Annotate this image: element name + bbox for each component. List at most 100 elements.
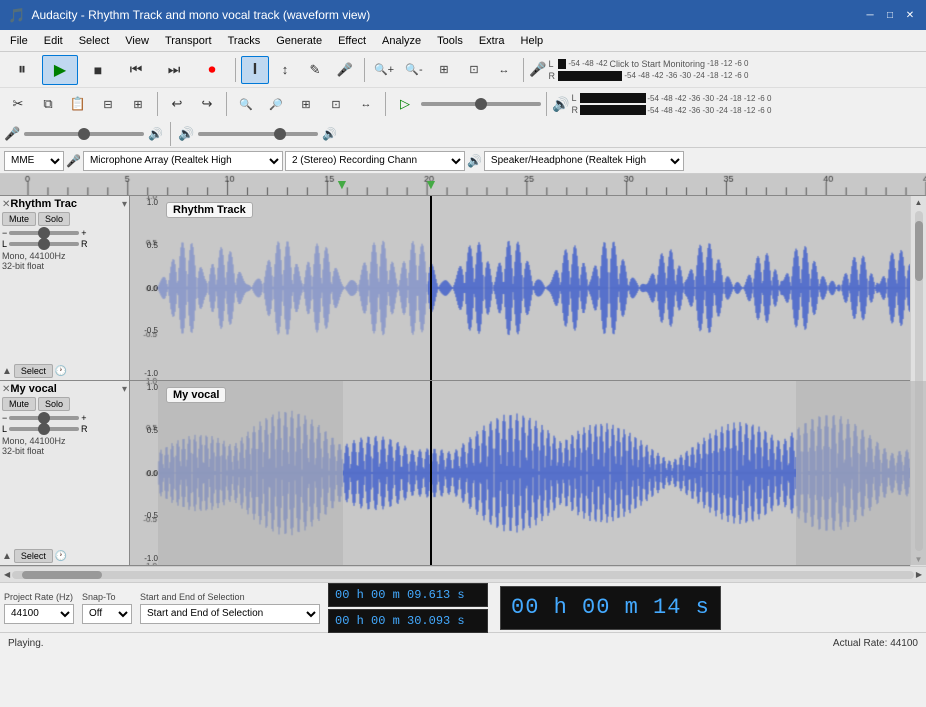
menu-effect[interactable]: Effect — [330, 30, 374, 51]
scroll-left[interactable]: ◀ — [2, 570, 12, 579]
speaker-device-icon: 🔊 — [467, 154, 482, 168]
gain-slider-rhythm[interactable] — [9, 231, 79, 235]
input-level-slider[interactable] — [24, 132, 144, 136]
playback-speed-slider[interactable] — [421, 102, 541, 106]
menu-view[interactable]: View — [117, 30, 157, 51]
clock-vocal[interactable]: 🕐 — [55, 551, 67, 562]
pause-button[interactable]: ⏸ — [4, 55, 40, 85]
controls-row: 🎤 🔊 🔊 🔊 — [0, 120, 926, 148]
pan-slider-rhythm[interactable] — [9, 242, 79, 246]
mute-vocal[interactable]: Mute — [2, 397, 36, 411]
output-level-label: 🔊 — [322, 127, 337, 141]
selection-tool-button[interactable]: I — [241, 56, 269, 84]
mic-device-icon: 🎤 — [66, 154, 81, 168]
actual-rate: Actual Rate: 44100 — [833, 638, 918, 649]
select-btn-rhythm[interactable]: Select — [14, 364, 53, 378]
close-button[interactable]: ✕ — [902, 7, 918, 23]
out-scale: -54 -48 -42 -36 -30 -24 -18 -12 -6 0 — [647, 94, 771, 103]
menu-edit[interactable]: Edit — [36, 30, 71, 51]
menu-transport[interactable]: Transport — [157, 30, 220, 51]
menu-select[interactable]: Select — [71, 30, 118, 51]
h-scrollbar-track[interactable] — [12, 571, 914, 579]
selection-type-select[interactable]: Start and End of Selection — [140, 604, 320, 624]
selection-start-display[interactable]: 00 h 00 m 09.613 s — [328, 583, 488, 607]
zoom-sel-button[interactable]: ⊡ — [460, 56, 488, 84]
track-close-rhythm[interactable]: ✕ — [2, 199, 10, 210]
zoom-in2-button[interactable]: 🔍 — [232, 90, 260, 118]
snap-to-select[interactable]: Off — [82, 604, 132, 624]
expand-vocal[interactable]: ▲ — [2, 551, 12, 562]
draw-tool-button[interactable]: ✎ — [301, 56, 329, 84]
zoom-toggle-button[interactable]: ↔ — [490, 56, 518, 84]
envelope-tool-button[interactable]: ↕ — [271, 56, 299, 84]
solo-vocal[interactable]: Solo — [38, 397, 70, 411]
waveform-rhythm[interactable]: Rhythm Track 1.0 0.5 0.0 -0.5 -1.0 — [130, 196, 926, 380]
playhead-vocal — [430, 381, 432, 565]
v-scroll-up[interactable]: ▲ — [915, 196, 923, 209]
output-level-slider[interactable] — [198, 132, 318, 136]
minimize-button[interactable]: ─ — [862, 7, 878, 23]
expand-rhythm[interactable]: ▲ — [2, 366, 12, 377]
menu-analyze[interactable]: Analyze — [374, 30, 429, 51]
play-at-speed-button[interactable]: ▷ — [391, 90, 419, 118]
toolbar-sep-4 — [157, 92, 158, 116]
host-select[interactable]: MME — [4, 151, 64, 171]
trim-button[interactable]: ⊟ — [94, 90, 122, 118]
fit-sel2-button[interactable]: ⊡ — [322, 90, 350, 118]
pan-slider-vocal[interactable] — [9, 427, 79, 431]
undo-button[interactable]: ↩ — [163, 90, 191, 118]
h-scrollbar-thumb[interactable] — [22, 571, 102, 579]
waveform-vocal[interactable]: My vocal 1.0 0.5 0.0 -0.5 -1.0 — [130, 381, 926, 565]
play-button[interactable]: ▶ — [42, 55, 78, 85]
pan-R-rhythm: R — [81, 239, 88, 249]
rewind-button[interactable]: ⏮ — [118, 55, 154, 85]
output-device-select[interactable]: Speaker/Headphone (Realtek High — [484, 151, 684, 171]
solo-rhythm[interactable]: Solo — [38, 212, 70, 226]
project-rate-select[interactable]: 44100 — [4, 604, 74, 624]
stop-button[interactable]: ■ — [80, 55, 116, 85]
input-device-select[interactable]: Microphone Array (Realtek High — [83, 151, 283, 171]
clock-rhythm[interactable]: 🕐 — [55, 366, 67, 377]
toolbar-row1: ⏸ ▶ ■ ⏮ ⏭ ⏺ I ↕ ✎ 🎤 🔍+ 🔍- ⊞ ⊡ ↔ 🎤 L -54 … — [0, 52, 926, 88]
track-arrow-rhythm[interactable]: ▾ — [122, 199, 127, 210]
copy-button[interactable]: ⧉ — [34, 90, 62, 118]
record-tool-button[interactable]: 🎤 — [331, 56, 359, 84]
menu-tracks[interactable]: Tracks — [220, 30, 269, 51]
track-close-vocal[interactable]: ✕ — [2, 384, 10, 395]
paste-button[interactable]: 📋 — [64, 90, 92, 118]
menu-extra[interactable]: Extra — [471, 30, 513, 51]
out-scale-r: -54 -48 -42 -36 -30 -24 -18 -12 -6 0 — [647, 106, 771, 115]
cut-button[interactable]: ✂ — [4, 90, 32, 118]
menu-file[interactable]: File — [2, 30, 36, 51]
zoom-tog2-button[interactable]: ↔ — [352, 90, 380, 118]
fit-zoom-button[interactable]: ⊞ — [430, 56, 458, 84]
zoom-out-button[interactable]: 🔍- — [400, 56, 428, 84]
click-monitor[interactable]: Click to Start Monitoring — [610, 59, 706, 69]
output-L: L — [571, 93, 579, 103]
track-vocal: ✕ My vocal ▾ Mute Solo − + L R Mono, 441… — [0, 381, 926, 566]
zoom-out2-button[interactable]: 🔎 — [262, 90, 290, 118]
playing-status: Playing. — [8, 638, 44, 649]
channels-select[interactable]: 2 (Stereo) Recording Chann — [285, 151, 465, 171]
forward-button[interactable]: ⏭ — [156, 55, 192, 85]
redo-button[interactable]: ↪ — [193, 90, 221, 118]
record-button[interactable]: ⏺ — [194, 55, 230, 85]
menu-help[interactable]: Help — [513, 30, 552, 51]
silence-button[interactable]: ⊞ — [124, 90, 152, 118]
track-arrow-vocal[interactable]: ▾ — [122, 384, 127, 395]
selection-end-display[interactable]: 00 h 00 m 30.093 s — [328, 609, 488, 633]
maximize-button[interactable]: □ — [882, 7, 898, 23]
menu-generate[interactable]: Generate — [268, 30, 330, 51]
v-scrollbar-thumb[interactable] — [915, 221, 923, 281]
start-arrow: ▼ — [335, 176, 349, 192]
scroll-right[interactable]: ▶ — [914, 570, 924, 579]
select-btn-vocal[interactable]: Select — [14, 549, 53, 563]
fit-proj-button[interactable]: ⊞ — [292, 90, 320, 118]
zoom-in-button[interactable]: 🔍+ — [370, 56, 398, 84]
gain-plus-vocal: + — [81, 413, 86, 423]
mute-rhythm[interactable]: Mute — [2, 212, 36, 226]
pan-R-vocal: R — [81, 424, 88, 434]
timeline[interactable]: ▼ ▼ — [0, 174, 926, 196]
gain-slider-vocal[interactable] — [9, 416, 79, 420]
menu-tools[interactable]: Tools — [429, 30, 471, 51]
